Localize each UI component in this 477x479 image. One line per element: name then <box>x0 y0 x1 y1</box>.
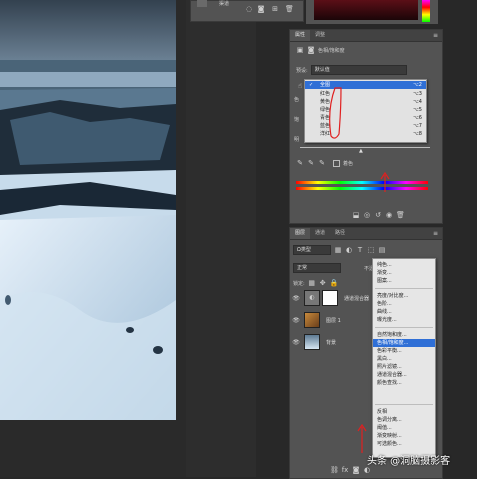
arrow-up-icon <box>357 423 367 453</box>
highlight-circle-channels <box>329 87 342 139</box>
watermark: 头条 @洞脑摄影客 <box>367 452 475 472</box>
red-annotation-overlay <box>329 87 390 453</box>
watermark-text: 头条 @洞脑摄影客 <box>367 456 451 467</box>
arrow-up-icon <box>380 171 390 192</box>
